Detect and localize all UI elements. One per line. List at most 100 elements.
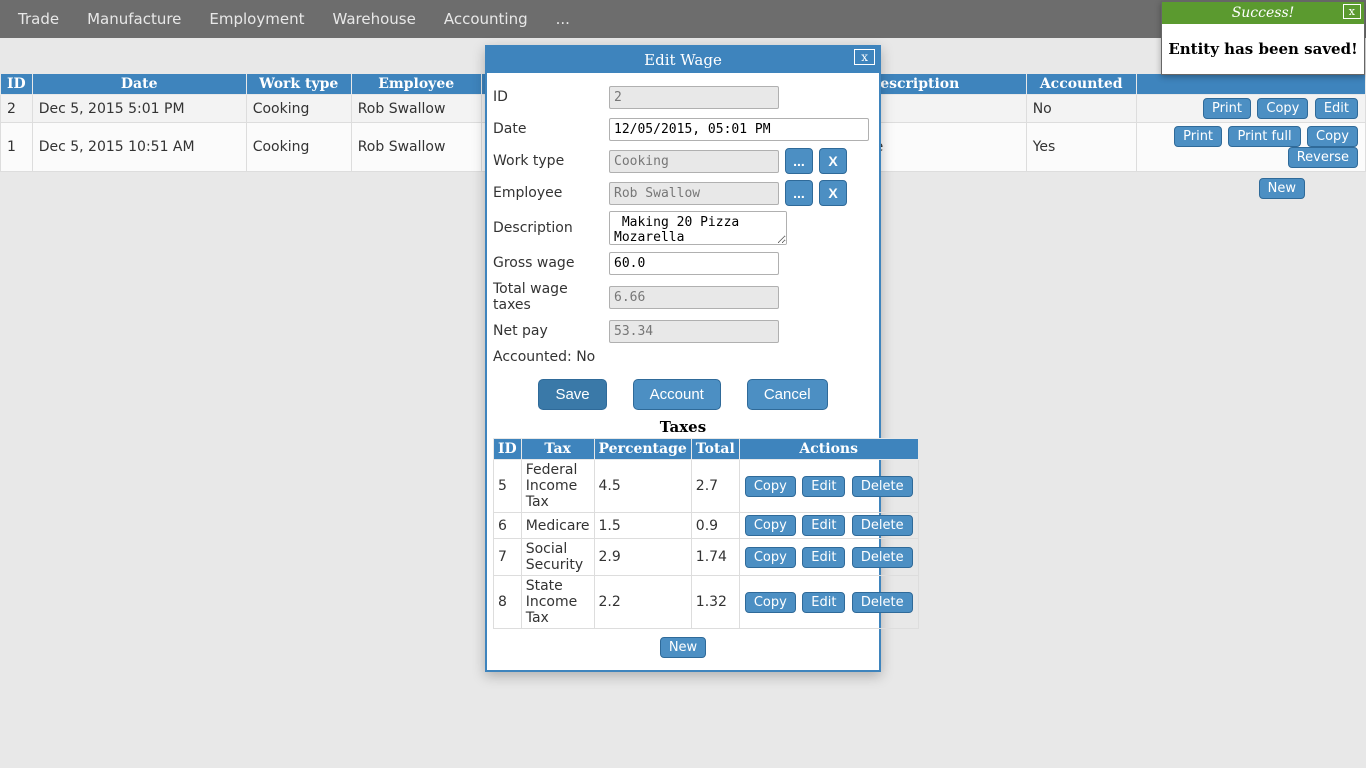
dialog-title: Edit Wage <box>644 51 722 69</box>
col-employee[interactable]: Employee <box>351 74 481 95</box>
cell-date: Dec 5, 2015 5:01 PM <box>32 95 246 123</box>
tax-delete-button[interactable]: Delete <box>852 515 913 536</box>
toast-title-text: Success! <box>1232 5 1295 21</box>
cell-id: 2 <box>1 95 33 123</box>
work-type-field <box>609 150 779 173</box>
description-label: Description <box>493 220 609 236</box>
col-id[interactable]: ID <box>1 74 33 95</box>
tax-col-actions: Actions <box>739 439 918 460</box>
menu-employment[interactable]: Employment <box>195 2 318 36</box>
menu-warehouse[interactable]: Warehouse <box>318 2 429 36</box>
col-date[interactable]: Date <box>32 74 246 95</box>
dialog-titlebar[interactable]: Edit Wage x <box>487 47 879 73</box>
employee-lookup-button[interactable]: ... <box>785 180 813 206</box>
menu-accounting[interactable]: Accounting <box>430 2 542 36</box>
tax-copy-button[interactable]: Copy <box>745 515 796 536</box>
col-actions <box>1136 74 1365 95</box>
tax-cell-total: 1.74 <box>691 539 739 576</box>
gross-wage-field[interactable] <box>609 252 779 275</box>
tax-col-total[interactable]: Total <box>691 439 739 460</box>
tax-cell-name: Medicare <box>521 513 594 539</box>
tax-row: 5Federal Income Tax4.52.7Copy Edit Delet… <box>494 460 919 513</box>
copy-button[interactable]: Copy <box>1307 126 1358 147</box>
tax-cell-percentage: 4.5 <box>594 460 691 513</box>
tax-cell-total: 0.9 <box>691 513 739 539</box>
copy-button[interactable]: Copy <box>1257 98 1308 119</box>
toast-message: Entity has been saved! <box>1162 24 1364 74</box>
toast-titlebar: Success! x <box>1162 2 1364 24</box>
new-tax-button[interactable]: New <box>660 637 706 658</box>
work-type-label: Work type <box>493 153 609 169</box>
tax-cell-name: Federal Income Tax <box>521 460 594 513</box>
tax-edit-button[interactable]: Edit <box>802 592 845 613</box>
account-button[interactable]: Account <box>633 379 721 410</box>
cell-accounted: No <box>1026 95 1136 123</box>
col-accounted[interactable]: Accounted <box>1026 74 1136 95</box>
employee-clear-button[interactable]: X <box>819 180 847 206</box>
description-field[interactable]: Making 20 Pizza Mozarella <box>609 211 787 245</box>
date-field[interactable] <box>609 118 869 141</box>
tax-cell-total: 1.32 <box>691 576 739 629</box>
taxes-heading: Taxes <box>493 418 873 436</box>
tax-delete-button[interactable]: Delete <box>852 476 913 497</box>
print-full-button[interactable]: Print full <box>1228 126 1300 147</box>
menu-more[interactable]: ... <box>542 2 584 36</box>
tax-row: 7Social Security2.91.74Copy Edit Delete <box>494 539 919 576</box>
cell-id: 1 <box>1 123 33 172</box>
tax-cell-actions: Copy Edit Delete <box>739 576 918 629</box>
cell-actions: Print Copy Edit <box>1136 95 1365 123</box>
tax-delete-button[interactable]: Delete <box>852 547 913 568</box>
tax-cell-name: State Income Tax <box>521 576 594 629</box>
tax-copy-button[interactable]: Copy <box>745 476 796 497</box>
toast-close-icon[interactable]: x <box>1343 4 1361 19</box>
tax-table: ID Tax Percentage Total Actions 5Federal… <box>493 438 919 629</box>
tax-col-percentage[interactable]: Percentage <box>594 439 691 460</box>
tax-cell-actions: Copy Edit Delete <box>739 539 918 576</box>
work-type-lookup-button[interactable]: ... <box>785 148 813 174</box>
tax-copy-button[interactable]: Copy <box>745 547 796 568</box>
employee-field <box>609 182 779 205</box>
total-taxes-label: Total wage taxes <box>493 281 609 313</box>
save-button[interactable]: Save <box>538 379 606 410</box>
tax-col-id[interactable]: ID <box>494 439 522 460</box>
menu-manufacture[interactable]: Manufacture <box>73 2 195 36</box>
tax-delete-button[interactable]: Delete <box>852 592 913 613</box>
tax-cell-name: Social Security <box>521 539 594 576</box>
id-label: ID <box>493 89 609 105</box>
print-button[interactable]: Print <box>1174 126 1222 147</box>
cell-accounted: Yes <box>1026 123 1136 172</box>
tax-cell-id: 8 <box>494 576 522 629</box>
close-icon[interactable]: x <box>854 49 875 65</box>
tax-cell-actions: Copy Edit Delete <box>739 460 918 513</box>
cell-employee: Rob Swallow <box>351 123 481 172</box>
total-taxes-field <box>609 286 779 309</box>
accounted-text: Accounted: No <box>493 349 873 365</box>
tax-cell-percentage: 2.9 <box>594 539 691 576</box>
dialog-body: ID Date Work type ... X Employee ... X D… <box>487 73 879 670</box>
net-pay-label: Net pay <box>493 323 609 339</box>
cell-actions: Print Print full Copy Reverse <box>1136 123 1365 172</box>
cancel-button[interactable]: Cancel <box>747 379 828 410</box>
tax-row: 6Medicare1.50.9Copy Edit Delete <box>494 513 919 539</box>
new-wage-button[interactable]: New <box>1259 178 1305 199</box>
edit-wage-dialog: Edit Wage x ID Date Work type ... X Empl… <box>485 45 881 672</box>
tax-edit-button[interactable]: Edit <box>802 515 845 536</box>
work-type-clear-button[interactable]: X <box>819 148 847 174</box>
tax-edit-button[interactable]: Edit <box>802 547 845 568</box>
reverse-button[interactable]: Reverse <box>1288 147 1358 168</box>
net-pay-field <box>609 320 779 343</box>
tax-cell-percentage: 2.2 <box>594 576 691 629</box>
success-toast: Success! x Entity has been saved! <box>1161 1 1365 75</box>
tax-cell-id: 7 <box>494 539 522 576</box>
tax-copy-button[interactable]: Copy <box>745 592 796 613</box>
tax-edit-button[interactable]: Edit <box>802 476 845 497</box>
date-label: Date <box>493 121 609 137</box>
print-button[interactable]: Print <box>1203 98 1251 119</box>
col-work-type[interactable]: Work type <box>246 74 351 95</box>
cell-work-type: Cooking <box>246 95 351 123</box>
menu-trade[interactable]: Trade <box>4 2 73 36</box>
tax-col-tax[interactable]: Tax <box>521 439 594 460</box>
tax-cell-total: 2.7 <box>691 460 739 513</box>
tax-cell-id: 5 <box>494 460 522 513</box>
edit-button[interactable]: Edit <box>1315 98 1358 119</box>
